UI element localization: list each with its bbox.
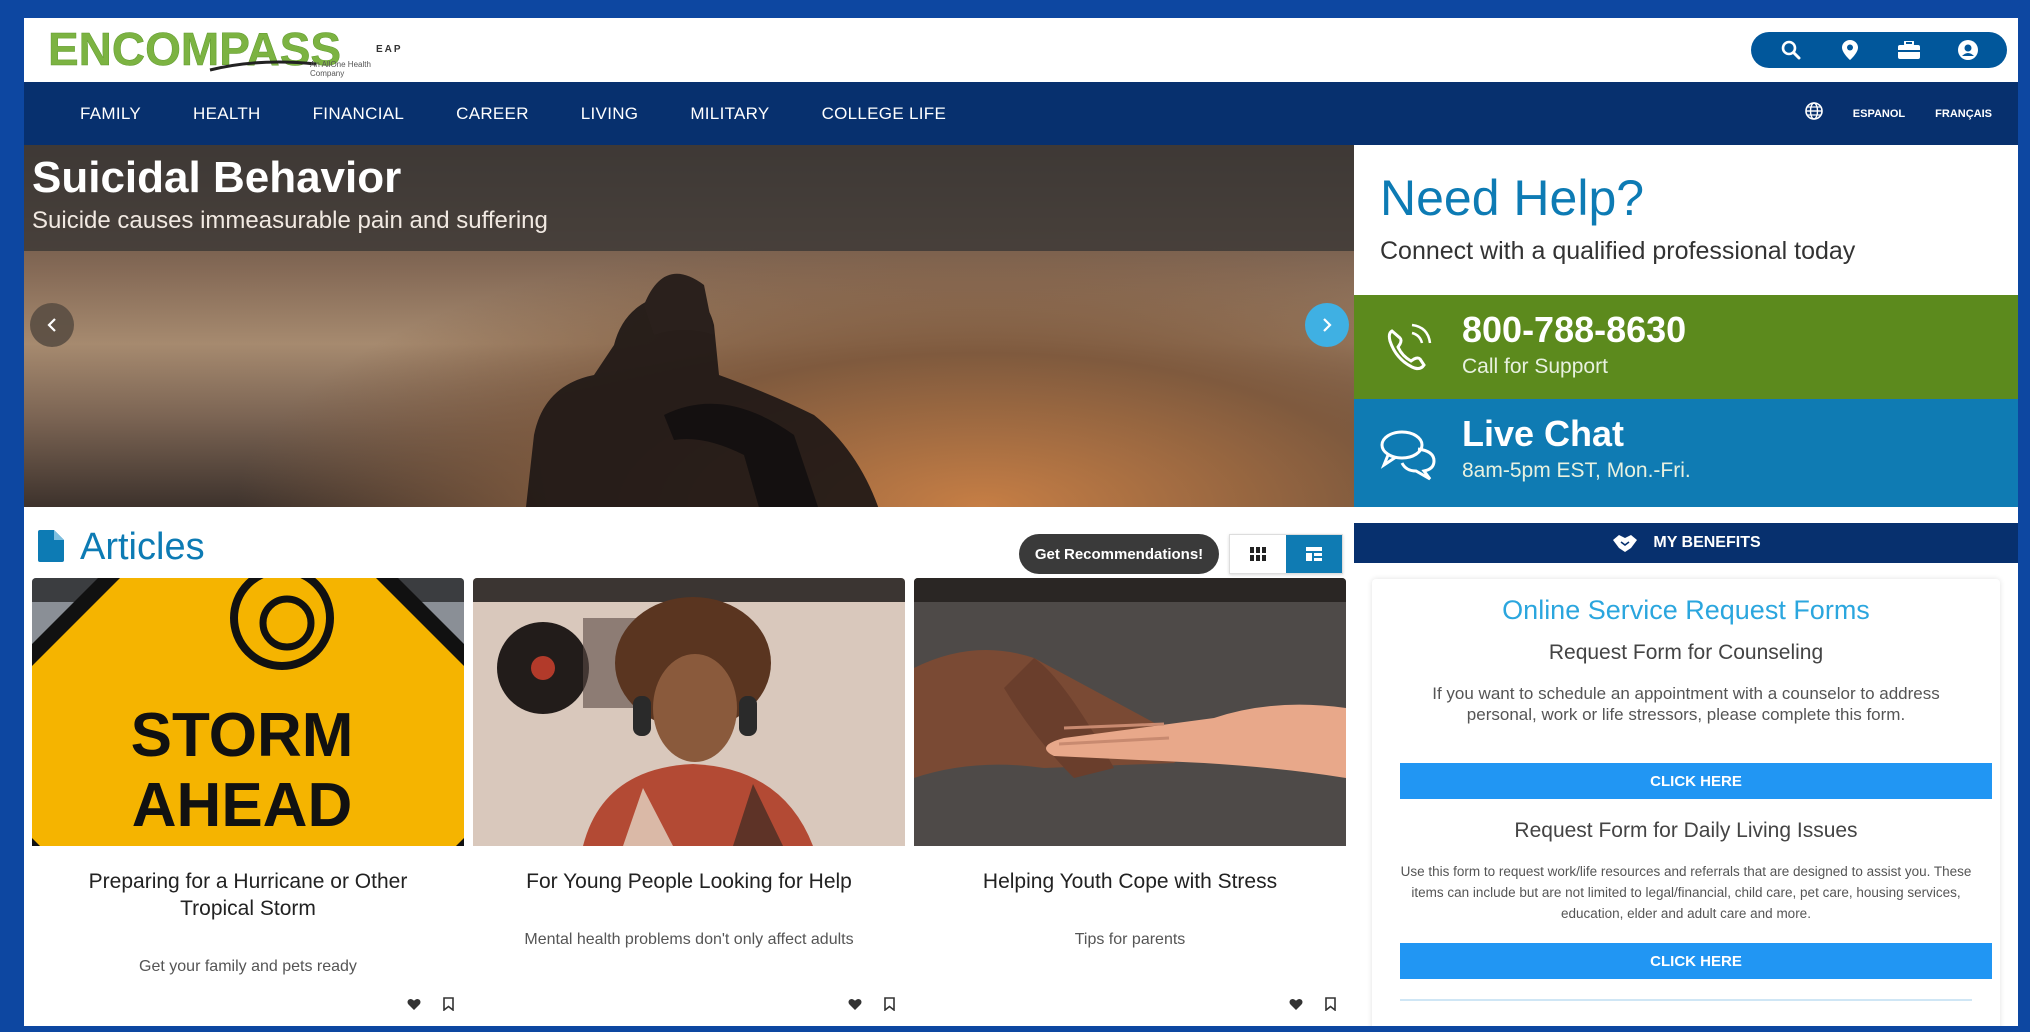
article-title: Preparing for a Hurricane or Other Tropi… xyxy=(88,870,408,920)
map-marker-icon[interactable] xyxy=(1832,32,1868,68)
view-toggle xyxy=(1229,534,1343,574)
daily-living-form-desc: Use this form to request work/life resou… xyxy=(1400,864,1972,921)
document-icon xyxy=(38,530,64,562)
search-icon[interactable] xyxy=(1773,32,1809,68)
article-desc: Get your family and pets ready xyxy=(139,958,357,975)
phone-label: Call for Support xyxy=(1462,355,1608,378)
logo-swoosh-icon xyxy=(209,60,317,72)
article-image-young-person xyxy=(473,578,905,846)
nav-item-career[interactable]: CAREER xyxy=(430,104,555,124)
heart-icon[interactable] xyxy=(406,996,422,1012)
article-image-hands xyxy=(914,578,1346,846)
article-title: For Young People Looking for Help xyxy=(526,870,852,893)
heart-icon[interactable] xyxy=(847,996,863,1012)
counseling-form-desc: If you want to schedule an appointment w… xyxy=(1432,684,1940,724)
chevron-left-icon xyxy=(47,318,56,332)
carousel-next-button[interactable] xyxy=(1305,303,1349,347)
daily-living-click-here-button[interactable]: CLICK HERE xyxy=(1400,943,1992,979)
live-chat-title: Live Chat xyxy=(1462,413,1625,454)
grid-view-button[interactable] xyxy=(1230,535,1286,573)
article-cards: STORM AHEAD Preparing for a Hurricane or… xyxy=(32,578,1354,1026)
nav-item-financial[interactable]: FINANCIAL xyxy=(287,104,431,124)
call-support-button[interactable]: 800-788-8630 Call for Support xyxy=(1354,295,2018,399)
logo-tagline: An AllOne Health Company xyxy=(310,60,371,78)
masonry-icon xyxy=(1306,547,1322,561)
masonry-view-button[interactable] xyxy=(1286,535,1342,573)
my-benefits-button[interactable]: MY BENEFITS xyxy=(1354,523,2018,563)
hero-subtitle: Suicide causes immeasurable pain and suf… xyxy=(32,207,548,234)
nav-item-living[interactable]: LIVING xyxy=(555,104,665,124)
main-nav: FAMILY HEALTH FINANCIAL CAREER LIVING MI… xyxy=(24,82,2018,145)
header: ENCOMPASS EAP An AllOne Health Company xyxy=(24,18,2018,82)
article-card[interactable]: For Young People Looking for Help Mental… xyxy=(473,578,905,1026)
need-help-title: Need Help? xyxy=(1380,170,1645,226)
language-francais[interactable]: FRANÇAIS xyxy=(1935,108,1992,120)
divider xyxy=(1400,999,1972,1001)
nav-item-military[interactable]: MILITARY xyxy=(664,104,795,124)
sign-text-line2: AHEAD xyxy=(132,771,352,840)
nav-item-health[interactable]: HEALTH xyxy=(167,104,287,124)
header-icon-bar xyxy=(1751,32,2007,68)
article-card[interactable]: STORM AHEAD Preparing for a Hurricane or… xyxy=(32,578,464,1026)
live-chat-button[interactable]: Live Chat 8am-5pm EST, Mon.-Fri. xyxy=(1354,399,2018,507)
bookmark-icon[interactable] xyxy=(1322,996,1338,1012)
chevron-right-icon xyxy=(1323,318,1332,332)
bookmark-icon[interactable] xyxy=(881,996,897,1012)
nav-item-college-life[interactable]: COLLEGE LIFE xyxy=(796,104,973,124)
forms-title: Online Service Request Forms xyxy=(1502,595,1870,625)
handshake-icon xyxy=(1613,535,1638,552)
service-request-forms: Online Service Request Forms Request For… xyxy=(1372,579,2000,1026)
article-desc: Tips for parents xyxy=(1074,931,1186,948)
hero-title: Suicidal Behavior xyxy=(32,153,402,202)
my-benefits-label: MY BENEFITS xyxy=(1653,534,1761,551)
hero-carousel[interactable]: Suicidal Behavior Suicide causes immeasu… xyxy=(24,145,1354,507)
live-chat-hours: 8am-5pm EST, Mon.-Fri. xyxy=(1462,459,1691,482)
chat-bubbles-icon xyxy=(1380,430,1436,481)
user-circle-icon[interactable] xyxy=(1950,32,1986,68)
article-title: Helping Youth Cope with Stress xyxy=(982,870,1278,893)
heart-icon[interactable] xyxy=(1288,996,1304,1012)
globe-icon[interactable] xyxy=(1804,102,1823,125)
need-help-panel: Need Help? Connect with a qualified prof… xyxy=(1354,145,2018,295)
article-card[interactable]: Helping Youth Cope with Stress Tips for … xyxy=(914,578,1346,1026)
logo-suffix: EAP xyxy=(376,44,403,55)
hero-caption: Suicidal Behavior Suicide causes immeasu… xyxy=(24,145,1354,251)
counseling-click-here-button[interactable]: CLICK HERE xyxy=(1400,763,1992,799)
encompass-logo[interactable]: ENCOMPASS EAP An AllOne Health Company xyxy=(48,22,401,78)
bookmark-icon[interactable] xyxy=(440,996,456,1012)
page: ENCOMPASS EAP An AllOne Health Company F… xyxy=(24,18,2018,1026)
language-espanol[interactable]: ESPANOL xyxy=(1853,108,1905,120)
grid-icon xyxy=(1250,547,1266,561)
daily-living-form-title: Request Form for Daily Living Issues xyxy=(1514,819,1858,842)
articles-header: Articles Get Recommendations! xyxy=(24,518,1354,574)
hero-image xyxy=(526,273,879,507)
article-image-storm: STORM AHEAD xyxy=(32,578,464,846)
briefcase-icon[interactable] xyxy=(1891,32,1927,68)
counseling-form-title: Request Form for Counseling xyxy=(1548,641,1824,664)
phone-number: 800-788-8630 xyxy=(1462,309,1687,350)
need-help-subtitle: Connect with a qualified professional to… xyxy=(1380,237,1856,265)
nav-item-family[interactable]: FAMILY xyxy=(54,104,167,124)
article-desc: Mental health problems don't only affect… xyxy=(524,931,854,948)
articles-title: Articles xyxy=(80,526,205,568)
carousel-prev-button[interactable] xyxy=(30,303,74,347)
get-recommendations-button[interactable]: Get Recommendations! xyxy=(1019,534,1219,574)
phone-icon xyxy=(1387,323,1432,371)
sign-text-line1: STORM xyxy=(131,701,354,770)
